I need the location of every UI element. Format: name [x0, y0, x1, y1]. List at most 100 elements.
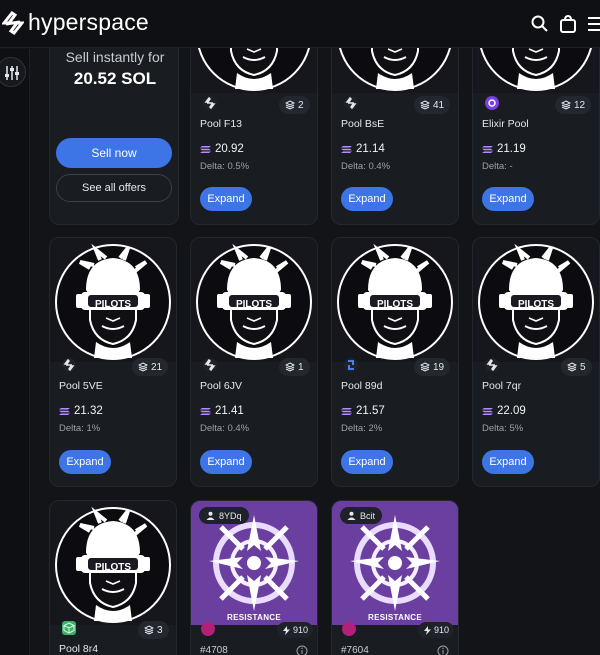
pool-delta: Delta: 0.4%	[341, 161, 391, 172]
pilots-text: PILOTS	[518, 299, 554, 310]
pilots-artwork: PILOTS	[332, 238, 458, 362]
user-icon	[206, 511, 215, 520]
expand-button[interactable]: Expand	[482, 187, 534, 211]
swap-source-icon	[344, 358, 358, 372]
pool-name: Pool 5VE	[59, 380, 103, 392]
logo-text[interactable]: hyperspace	[28, 9, 149, 36]
rank-badge: 910	[277, 622, 314, 638]
hyperspace-source-icon	[203, 96, 217, 110]
hyperspace-source-icon	[62, 358, 76, 372]
pool-price: 21.19	[482, 143, 526, 155]
pool-card[interactable]: 41 Pool BsE 21.14 Delta: 0.4% Expand	[331, 30, 459, 225]
layers-icon	[420, 362, 430, 372]
menu-icon[interactable]	[588, 14, 600, 34]
layers-icon	[561, 100, 571, 110]
pool-card[interactable]: PILOTS 21 Pool 5VE 21.32 Delta: 1% Expan…	[49, 237, 177, 487]
bag-icon[interactable]	[558, 14, 578, 34]
pool-count-badge: 21	[132, 358, 169, 376]
sell-instantly-label: Sell instantly for	[65, 49, 165, 65]
pool-count-badge: 19	[414, 358, 451, 376]
hyperspace-source-icon	[344, 96, 358, 110]
solana-icon	[200, 407, 211, 415]
pilots-artwork: PILOTS	[473, 238, 599, 362]
pool-count-badge: 2	[279, 96, 310, 114]
lightning-icon	[283, 625, 290, 635]
pool-card[interactable]: PILOTS 5 Pool 7qr 22.09 Delta: 5% Expand	[472, 237, 600, 487]
pool-price: 21.32	[59, 405, 103, 417]
pilots-text: PILOTS	[95, 562, 131, 573]
layers-icon	[144, 625, 154, 635]
pool-name: Pool 89d	[341, 380, 383, 392]
nft-id: #7604	[341, 645, 369, 655]
sell-price: 20.52 SOL	[73, 69, 157, 88]
resistance-label: RESISTANCE	[368, 613, 422, 622]
top-header: hyperspace	[0, 0, 600, 48]
expand-button[interactable]: Expand	[341, 450, 393, 474]
pilots-artwork: PILOTS	[50, 238, 176, 362]
pool-name: Pool BsE	[341, 118, 385, 130]
pilots-artwork: PILOTS	[50, 501, 176, 625]
cube-source-icon	[62, 621, 76, 635]
see-all-offers-button[interactable]: See all offers	[56, 174, 172, 202]
pool-price: 22.09	[482, 405, 526, 417]
pool-delta: Delta: 2%	[341, 423, 383, 434]
pool-price: 20.92	[200, 143, 244, 155]
info-icon[interactable]	[296, 645, 308, 655]
nft-id: #4708	[200, 645, 228, 655]
owner-badge[interactable]: 8YDq	[199, 507, 249, 524]
pool-card[interactable]: PILOTS 19 Pool 89d 21.57 Delta: 2% Expan…	[331, 237, 459, 487]
pool-name: Pool 8r4	[59, 643, 99, 655]
layers-icon	[420, 100, 430, 110]
pool-card[interactable]: PILOTS 1 Pool 6JV 21.41 Delta: 0.4% Expa…	[190, 237, 318, 487]
pool-price: 21.41	[200, 405, 244, 417]
pool-name: Pool 7qr	[482, 380, 522, 392]
pool-price: 21.57	[341, 405, 385, 417]
expand-button[interactable]: Expand	[200, 450, 252, 474]
pool-count-badge: 5	[561, 358, 592, 376]
solana-icon	[200, 145, 211, 153]
collection-avatar	[201, 622, 215, 636]
pool-delta: Delta: 0.5%	[200, 161, 250, 172]
nft-card[interactable]: 8YDq RESISTANCE 910 #4708	[190, 500, 318, 655]
sell-offer-panel: Sell instantly for 20.52 SOL Sell now Se…	[49, 30, 179, 225]
sidebar	[0, 49, 30, 655]
solana-icon	[341, 407, 352, 415]
pool-card[interactable]: PILOTS 3 Pool 8r4	[49, 500, 177, 655]
layers-icon	[285, 362, 295, 372]
solana-icon	[482, 145, 493, 153]
pool-name: Pool F13	[200, 118, 243, 130]
hyperspace-source-icon	[485, 358, 499, 372]
layers-icon	[138, 362, 148, 372]
layers-icon	[285, 100, 295, 110]
pool-count-badge: 3	[138, 621, 169, 639]
hyperspace-logo-icon[interactable]	[2, 11, 24, 35]
filter-button[interactable]	[0, 57, 26, 87]
pilots-artwork: PILOTS	[191, 238, 317, 362]
expand-button[interactable]: Expand	[200, 187, 252, 211]
info-icon[interactable]	[437, 645, 449, 655]
pool-card[interactable]: 2 Pool F13 20.92 Delta: 0.5% Expand	[190, 30, 318, 225]
pool-delta: Delta: 5%	[482, 423, 524, 434]
pool-price: 21.14	[341, 143, 385, 155]
resistance-label: RESISTANCE	[227, 613, 281, 622]
pilots-text: PILOTS	[236, 299, 272, 310]
search-icon[interactable]	[530, 14, 550, 34]
pilots-text: PILOTS	[377, 299, 413, 310]
pilots-text: PILOTS	[95, 299, 131, 310]
expand-button[interactable]: Expand	[59, 450, 111, 474]
pool-card[interactable]: 12 Elixir Pool 21.19 Delta: - Expand	[472, 30, 600, 225]
pool-count-badge: 41	[414, 96, 451, 114]
pool-count-badge: 12	[555, 96, 592, 114]
expand-button[interactable]: Expand	[341, 187, 393, 211]
owner-badge[interactable]: Bcit	[340, 507, 383, 524]
solana-icon	[341, 145, 352, 153]
pool-name: Pool 6JV	[200, 380, 243, 392]
lightning-icon	[424, 625, 431, 635]
sell-now-button[interactable]: Sell now	[56, 138, 172, 168]
hyperspace-source-icon	[203, 358, 217, 372]
layers-icon	[567, 362, 577, 372]
nft-card[interactable]: Bcit RESISTANCE 910 #7604	[331, 500, 459, 655]
sliders-icon	[5, 66, 19, 80]
solana-icon	[59, 407, 70, 415]
expand-button[interactable]: Expand	[482, 450, 534, 474]
